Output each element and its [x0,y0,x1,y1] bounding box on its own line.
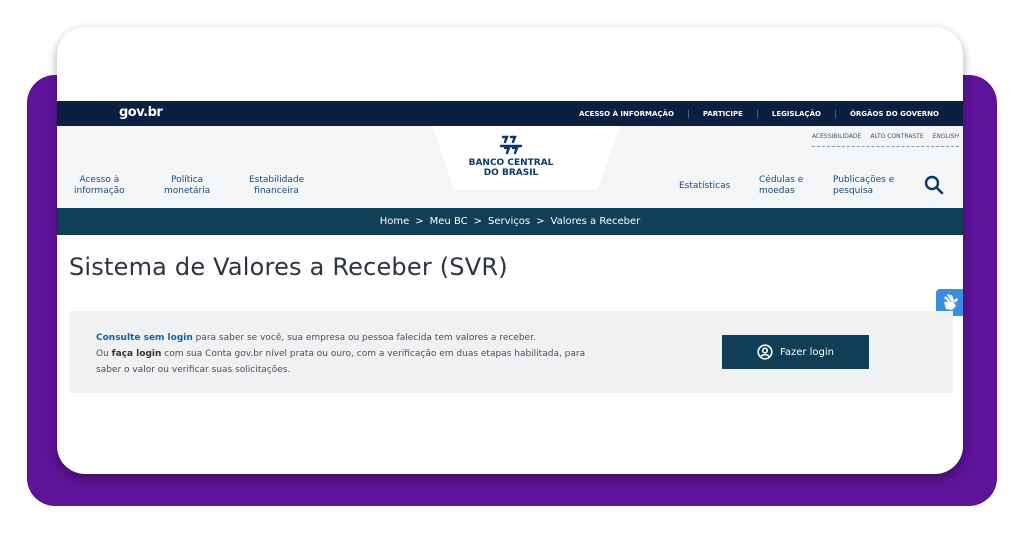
breadcrumb-servicos[interactable]: Serviços [488,216,530,227]
nav-item-politica-monetaria[interactable]: Política monetária [164,175,210,197]
svr-info-box: Consulte sem login para saber se você, s… [69,311,953,393]
accessibility-link[interactable]: ACESSIBILIDADE [812,133,861,140]
govbr-logo[interactable]: gov.br [119,105,163,120]
bc-logo-line1: BANCO CENTRAL [468,158,554,168]
consult-without-login-link[interactable]: Consulte sem login [96,333,193,343]
breadcrumb-separator: > [473,216,482,227]
site-header: BANCO CENTRAL DO BRASIL ACESSIBILIDADE A… [57,126,963,209]
bc-logo-line2: DO BRASIL [483,168,539,178]
breadcrumb-home[interactable]: Home [380,216,410,227]
nav-label-line1: Estatísticas [679,181,731,191]
nav-label-line2: monetária [164,186,211,196]
breadcrumb-valores-receber[interactable]: Valores a Receber [551,216,641,227]
english-link[interactable]: ENGLISH [933,133,959,140]
govbr-top-bar: gov.br ACESSO À INFORMAÇÃO PARTICIPE LEG… [57,101,963,126]
nav-item-estabilidade-financeira[interactable]: Estabilidade financeira [249,175,304,197]
breadcrumb: Home > Meu BC > Serviços > Valores a Receber [57,208,963,235]
govbr-link-orgaos-governo[interactable]: ÓRGÃOS DO GOVERNO [834,109,953,118]
info-line-3: saber o valor ou verificar suas solicita… [96,365,291,375]
nav-item-cedulas-moedas[interactable]: Cédulas e moedas [759,175,803,197]
nav-label-line2: moedas [759,186,795,196]
nav-label-line2: financeira [254,186,299,196]
svr-info-text: Consulte sem login para saber se você, s… [96,330,656,378]
login-emphasis: faça login [111,349,162,359]
search-button[interactable] [923,174,945,196]
info-line-2: Ou faça login com sua Conta gov.br nível… [96,346,656,362]
nav-label-line1: Cédulas e [759,175,804,185]
info-line-2-prefix: Ou [96,349,112,359]
search-icon [924,175,944,195]
info-line-1-text: para saber se você, sua empresa ou pesso… [192,333,536,343]
breadcrumb-separator: > [415,216,424,227]
nav-label-line2: informação [74,186,125,196]
banco-central-logo-icon [499,135,523,155]
browser-page-frame: gov.br ACESSO À INFORMAÇÃO PARTICIPE LEG… [57,27,963,474]
page-title: Sistema de Valores a Receber (SVR) [69,253,508,281]
nav-label-line1: Política [171,175,204,185]
info-line-2-text: com sua Conta gov.br nível prata ou ouro… [161,349,586,359]
nav-item-acesso-informacao[interactable]: Acesso à informação [74,175,125,197]
high-contrast-link[interactable]: ALTO CONTRASTE [870,133,923,140]
accessibility-links: ACESSIBILIDADE ALTO CONTRASTE ENGLISH [811,133,959,147]
login-button[interactable]: Fazer login [722,335,869,369]
nav-label-line2: pesquisa [833,186,874,196]
nav-item-estatisticas[interactable]: Estatísticas [679,181,730,192]
nav-item-publicacoes-pesquisa[interactable]: Publicações e pesquisa [833,175,894,197]
govbr-link-participe[interactable]: PARTICIPE [687,109,757,118]
banco-central-logo[interactable]: BANCO CENTRAL DO BRASIL [459,134,563,178]
govbr-links: ACESSO À INFORMAÇÃO PARTICIPE LEGISLAÇÃO… [565,101,953,126]
info-line-1: Consulte sem login para saber se você, s… [96,330,656,346]
nav-label-line1: Estabilidade [249,175,305,185]
breadcrumb-separator: > [536,216,545,227]
govbr-link-legislacao[interactable]: LEGISLAÇÃO [756,109,835,118]
govbr-link-acesso-informacao[interactable]: ACESSO À INFORMAÇÃO [565,110,688,118]
user-circle-icon [757,344,773,360]
login-button-label: Fazer login [779,346,834,358]
nav-label-line1: Publicações e [833,175,895,185]
nav-label-line1: Acesso à [79,175,120,185]
breadcrumb-meu-bc[interactable]: Meu BC [430,216,468,227]
